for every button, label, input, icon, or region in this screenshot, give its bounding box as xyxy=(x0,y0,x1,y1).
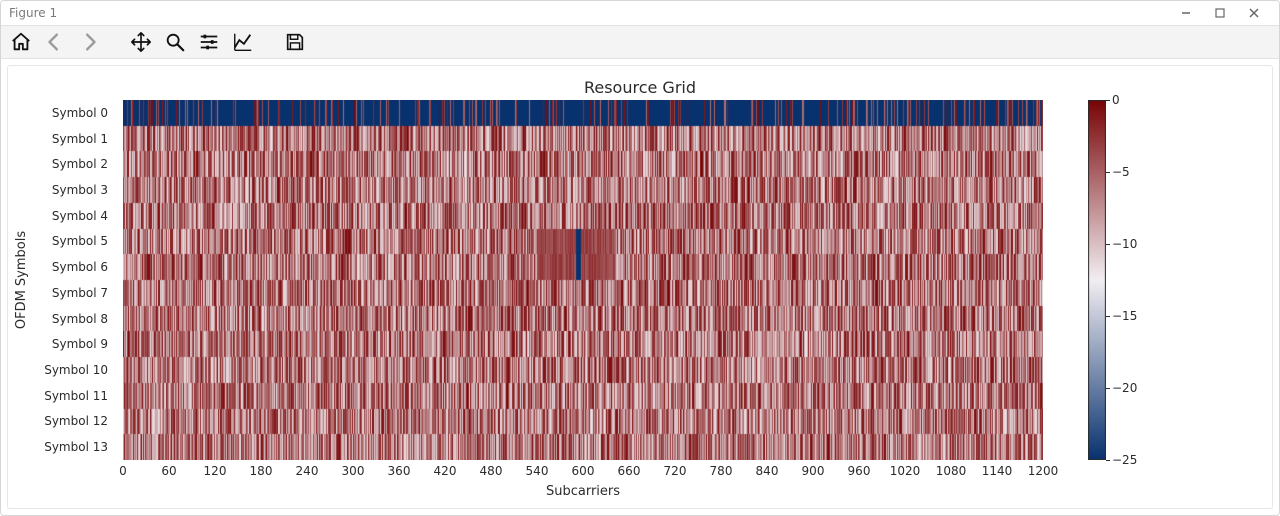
x-tick-label: 720 xyxy=(655,464,695,478)
x-tick-label: 120 xyxy=(195,464,235,478)
y-tick-label: Symbol 1 xyxy=(8,132,108,146)
colorbar-tick-label: −20 xyxy=(1112,381,1137,395)
y-tick-label: Symbol 9 xyxy=(8,337,108,351)
y-tick-label: Symbol 0 xyxy=(8,106,108,120)
colorbar-tick-label: 0 xyxy=(1112,93,1120,107)
colorbar-tick-label: −10 xyxy=(1112,237,1137,251)
x-tick-label: 300 xyxy=(333,464,373,478)
x-tick-label: 840 xyxy=(747,464,787,478)
x-tick-label: 540 xyxy=(517,464,557,478)
y-tick-label: Symbol 7 xyxy=(8,286,108,300)
chart-title: Resource Grid xyxy=(8,78,1272,97)
zoom-icon[interactable] xyxy=(163,30,187,54)
save-icon[interactable] xyxy=(283,30,307,54)
x-axis-label: Subcarriers xyxy=(123,484,1043,499)
resource-grid-heatmap[interactable] xyxy=(123,100,1043,460)
x-tick-label: 0 xyxy=(103,464,143,478)
forward-icon[interactable] xyxy=(77,30,101,54)
colorbar-tick-label: −5 xyxy=(1112,165,1130,179)
titlebar: Figure 1 xyxy=(1,1,1279,25)
x-tick-label: 420 xyxy=(425,464,465,478)
x-tick-label: 480 xyxy=(471,464,511,478)
back-icon[interactable] xyxy=(43,30,67,54)
y-tick-label: Symbol 8 xyxy=(8,312,108,326)
x-tick-label: 780 xyxy=(701,464,741,478)
y-tick-label: Symbol 5 xyxy=(8,234,108,248)
x-tick-label: 900 xyxy=(793,464,833,478)
x-tick-label: 1140 xyxy=(977,464,1017,478)
x-tick-label: 600 xyxy=(563,464,603,478)
plot-area[interactable]: Resource Grid OFDM Symbols Subcarriers S… xyxy=(1,59,1279,515)
x-tick-label: 1200 xyxy=(1023,464,1063,478)
y-tick-label: Symbol 11 xyxy=(8,389,108,403)
y-tick-label: Symbol 6 xyxy=(8,260,108,274)
x-tick-label: 240 xyxy=(287,464,327,478)
y-tick-label: Symbol 13 xyxy=(8,440,108,454)
window-title: Figure 1 xyxy=(9,6,57,20)
colorbar-tick-label: −15 xyxy=(1112,309,1137,323)
close-button[interactable] xyxy=(1237,2,1271,24)
subplots-icon[interactable] xyxy=(197,30,221,54)
minimize-button[interactable] xyxy=(1169,2,1203,24)
axes-icon[interactable] xyxy=(231,30,255,54)
mpl-toolbar xyxy=(1,25,1279,59)
y-tick-label: Symbol 4 xyxy=(8,209,108,223)
move-icon[interactable] xyxy=(129,30,153,54)
figure-window: Figure 1 xyxy=(0,0,1280,516)
colorbar-tick-label: −25 xyxy=(1112,453,1137,467)
y-tick-label: Symbol 3 xyxy=(8,183,108,197)
x-tick-label: 1080 xyxy=(931,464,971,478)
maximize-button[interactable] xyxy=(1203,2,1237,24)
y-tick-label: Symbol 12 xyxy=(8,414,108,428)
x-tick-label: 60 xyxy=(149,464,189,478)
y-tick-label: Symbol 10 xyxy=(8,363,108,377)
y-tick-label: Symbol 2 xyxy=(8,157,108,171)
colorbar xyxy=(1088,100,1106,460)
x-tick-label: 360 xyxy=(379,464,419,478)
x-tick-label: 660 xyxy=(609,464,649,478)
x-tick-label: 1020 xyxy=(885,464,925,478)
x-tick-label: 960 xyxy=(839,464,879,478)
x-tick-label: 180 xyxy=(241,464,281,478)
home-icon[interactable] xyxy=(9,30,33,54)
